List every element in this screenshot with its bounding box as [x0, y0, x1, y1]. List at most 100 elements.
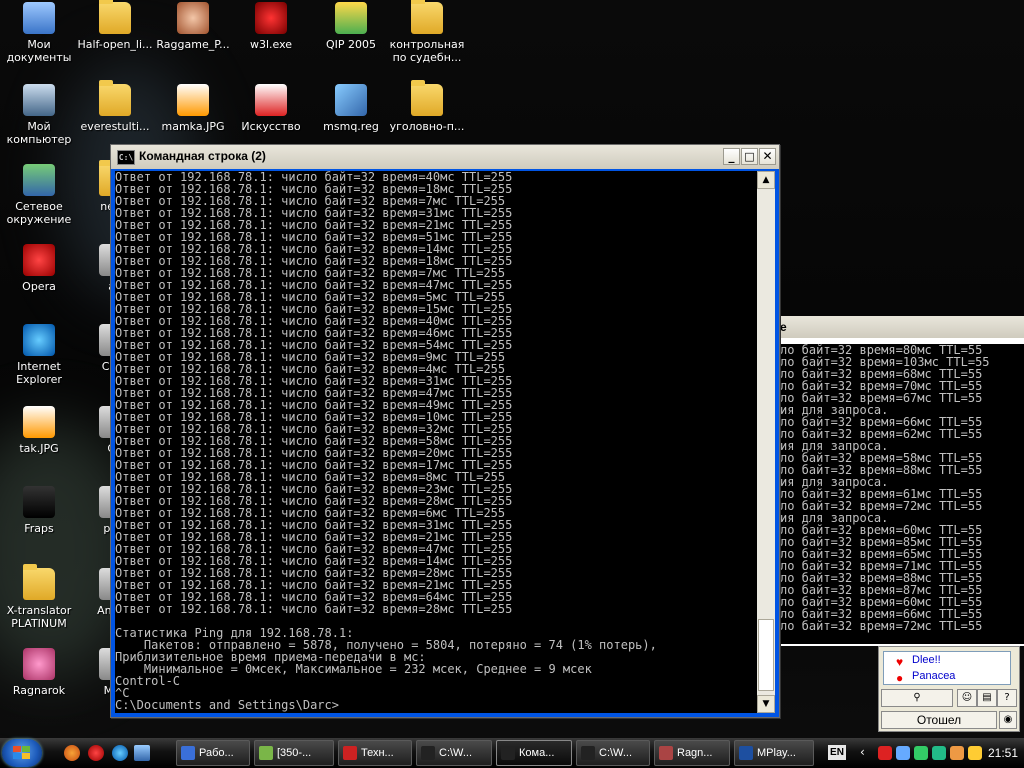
desktop-icon-label: msmq.reg: [323, 120, 379, 133]
window-title: Командная строка (2): [139, 149, 266, 163]
desktop-icon[interactable]: QIP 2005: [312, 2, 390, 51]
desktop-icon-label: контрольная по судебн...: [389, 38, 465, 64]
desktop-icon[interactable]: Fraps: [0, 486, 78, 535]
windows-logo-icon: [13, 746, 31, 760]
desktop-icon[interactable]: Мой компьютер: [0, 84, 78, 146]
registry-file-icon: [335, 84, 367, 116]
maximize-button[interactable]: □: [741, 148, 758, 165]
my-computer-icon: [23, 84, 55, 116]
taskbar-button[interactable]: C:\W...: [576, 740, 650, 766]
desktop-icon[interactable]: контрольная по судебн...: [388, 0, 466, 64]
desktop-icon[interactable]: Мои документы: [0, 2, 78, 64]
language-indicator[interactable]: EN: [828, 745, 846, 760]
pdf-file-icon: [255, 84, 287, 116]
jpg-file-icon: [23, 406, 55, 438]
folder-icon: [99, 0, 131, 34]
desktop-icon-label: Internet Explorer: [16, 360, 62, 386]
task-app-icon: [421, 746, 435, 760]
task-label: Техн...: [361, 747, 394, 759]
pin-icon: ●: [896, 671, 904, 685]
qip-history-icon[interactable]: ▤: [977, 689, 997, 707]
start-button[interactable]: [2, 739, 42, 767]
minimize-button[interactable]: _: [723, 148, 740, 165]
qip-help-icon[interactable]: ?: [997, 689, 1017, 707]
desktop-icon-label: Сетевое окружение: [6, 200, 72, 226]
desktop-icon[interactable]: Half-open_li...: [76, 0, 154, 51]
console-output[interactable]: Ответ от 192.168.78.1: число байт=32 вре…: [115, 171, 757, 713]
desktop-icon-label: w3l.exe: [249, 38, 293, 51]
scroll-up-icon[interactable]: ▲: [757, 171, 775, 189]
ragnarok-icon: [23, 648, 55, 680]
desktop-icon[interactable]: X-translator PLATINUM: [0, 564, 78, 630]
qip-icon: [335, 2, 367, 34]
qip-main-button[interactable]: ⚲: [881, 689, 953, 707]
biohazard-icon: [255, 2, 287, 34]
qip-contact[interactable]: ● Panacea: [884, 668, 1010, 685]
desktop-icon[interactable]: Ragnarok: [0, 648, 78, 697]
cmd-window[interactable]: C:\ Командная строка (2) _ □ ✕ Ответ от …: [110, 144, 780, 718]
clock[interactable]: 21:51: [984, 738, 1022, 768]
desktop-icon[interactable]: Raggame_P...: [154, 2, 232, 51]
battery-icon[interactable]: [932, 746, 946, 760]
security-icon[interactable]: [950, 746, 964, 760]
taskbar-button[interactable]: Рабо...: [176, 740, 250, 766]
scroll-down-icon[interactable]: ▼: [757, 695, 775, 713]
taskbar-button[interactable]: [350-...: [254, 740, 334, 766]
desktop-icon-label: Искусство: [241, 120, 301, 133]
opera-icon[interactable]: [88, 745, 104, 761]
desktop-icon[interactable]: Internet Explorer: [0, 324, 78, 386]
taskbar-button[interactable]: MPlay...: [734, 740, 814, 766]
scroll-thumb[interactable]: [758, 619, 774, 691]
ie-icon[interactable]: [112, 745, 128, 761]
vertical-scrollbar[interactable]: ▲ ▼: [757, 171, 775, 713]
desktop-icon[interactable]: everestulti...: [76, 80, 154, 133]
taskbar-button[interactable]: Техн...: [338, 740, 412, 766]
firefox-icon[interactable]: [64, 745, 80, 761]
desktop-icon[interactable]: Opera: [0, 244, 78, 293]
show-desktop-icon[interactable]: [134, 745, 150, 761]
desktop-icon[interactable]: Искусство: [232, 84, 310, 133]
taskbar-button[interactable]: Ragn...: [654, 740, 730, 766]
qip-window[interactable]: ♥ Dlee!! ● Panacea ⚲ ☺ ▤ ? Отошел ◉: [878, 646, 1020, 732]
desktop-icon[interactable]: уголовно-п...: [388, 80, 466, 133]
qip-tray-icon[interactable]: [914, 746, 928, 760]
back-window-title[interactable]: е: [778, 316, 1024, 338]
desktop-icon[interactable]: mamka.JPG: [154, 84, 232, 133]
task-label: Кома...: [519, 747, 555, 759]
task-label: C:\W...: [439, 747, 472, 759]
console-line: C:\Documents and Settings\Darc>: [115, 698, 339, 712]
qip-toolbar: ⚲ ☺ ▤ ?: [881, 689, 1017, 707]
back-console-output: ло байт=32 время=80мс TTL=55 ло байт=32 в…: [778, 344, 1024, 644]
network-icon: [23, 164, 55, 196]
network-icon[interactable]: [896, 746, 910, 760]
cmd-titlebar[interactable]: C:\ Командная строка (2) _ □ ✕: [111, 145, 779, 169]
desktop-icon-label: mamka.JPG: [161, 120, 225, 133]
desktop-icon[interactable]: msmq.reg: [312, 84, 390, 133]
desktop-icon[interactable]: w3l.exe: [232, 2, 310, 51]
back-console-window[interactable]: е ло байт=32 время=80мс TTL=55 ло байт=32…: [778, 316, 1024, 646]
fraps-icon: [23, 486, 55, 518]
desktop-icon-label: Raggame_P...: [156, 38, 230, 51]
desktop-icon[interactable]: Сетевое окружение: [0, 164, 78, 226]
console-line: Control-C: [115, 674, 181, 688]
task-label: Рабо...: [199, 747, 234, 759]
qip-contact[interactable]: ♥ Dlee!!: [884, 652, 1010, 669]
taskbar-button[interactable]: C:\W...: [416, 740, 492, 766]
tray-expand-icon[interactable]: ‹: [860, 745, 865, 759]
desktop-icon-label: Мой компьютер: [6, 120, 72, 146]
desktop: Мои документы Half-open_li... Raggame_P...…: [0, 0, 1024, 738]
console-line: Минимальное = 0мсек, Максимальное = 232 …: [115, 662, 592, 676]
desktop-icon-label: QIP 2005: [325, 38, 377, 51]
desktop-icon[interactable]: tak.JPG: [0, 406, 78, 455]
qip-status-button[interactable]: Отошел: [881, 711, 997, 729]
antivirus-icon[interactable]: [878, 746, 892, 760]
desktop-icon-label: Fraps: [24, 522, 54, 535]
desktop-icon-label: Half-open_li...: [77, 38, 153, 51]
close-button[interactable]: ✕: [759, 148, 776, 165]
desktop-icon-label: tak.JPG: [19, 442, 59, 455]
qip-users-icon[interactable]: ☺: [957, 689, 977, 707]
task-app-icon: [581, 746, 595, 760]
taskbar-button[interactable]: Кома...: [496, 740, 572, 766]
volume-icon[interactable]: [968, 746, 982, 760]
qip-eye-icon[interactable]: ◉: [999, 711, 1017, 729]
